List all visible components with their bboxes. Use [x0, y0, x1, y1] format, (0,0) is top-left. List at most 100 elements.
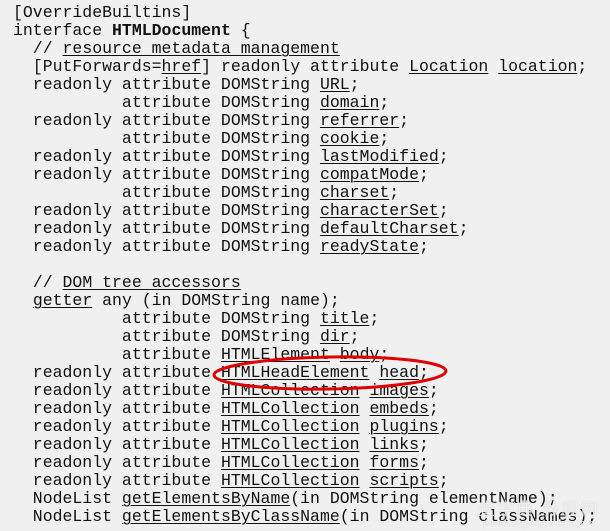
code-token: any (in DOMString name);	[92, 291, 340, 310]
code-token: ;	[379, 93, 390, 112]
code-token: ;	[577, 57, 588, 76]
code-token: ;	[438, 147, 449, 166]
code-link-token[interactable]: dir	[320, 327, 350, 346]
code-token: attribute DOMString	[13, 327, 320, 346]
code-link-token[interactable]: readyState	[320, 237, 419, 256]
code-line: readonly attribute HTMLCollection forms;	[13, 454, 597, 472]
code-link-token[interactable]: HTMLCollection	[221, 381, 360, 400]
code-link-token[interactable]: title	[320, 309, 370, 328]
code-token: readonly attribute	[13, 453, 221, 472]
code-link-token[interactable]: HTMLCollection	[221, 417, 360, 436]
code-link-token[interactable]: lastModified	[320, 147, 439, 166]
code-line: attribute DOMString domain;	[13, 94, 597, 112]
code-link-token[interactable]: links	[369, 435, 419, 454]
code-line: readonly attribute DOMString compatMode;	[13, 166, 597, 184]
code-token: readonly attribute	[13, 399, 221, 418]
code-link-token[interactable]: embeds	[369, 399, 428, 418]
code-link-token[interactable]: Location	[409, 57, 488, 76]
code-line: [OverrideBuiltins]	[13, 4, 597, 22]
code-link-token[interactable]: cookie	[320, 129, 379, 148]
code-token: ;	[418, 165, 429, 184]
code-line: attribute DOMString charset;	[13, 184, 597, 202]
code-link-token[interactable]: HTMLCollection	[221, 399, 360, 418]
code-link-token[interactable]: location	[498, 57, 577, 76]
code-token: ;	[418, 237, 429, 256]
code-token: readonly attribute DOMString	[13, 147, 320, 166]
code-token: ;	[349, 327, 360, 346]
code-token: ;	[438, 417, 449, 436]
code-line: readonly attribute HTMLCollection links;	[13, 436, 597, 454]
code-token: readonly attribute DOMString	[13, 165, 320, 184]
code-link-token[interactable]: URL	[320, 75, 350, 94]
code-token: readonly attribute	[13, 435, 221, 454]
code-token: readonly attribute	[13, 471, 221, 490]
code-token: ;	[428, 381, 439, 400]
code-token: ;	[418, 363, 429, 382]
code-link-token[interactable]: characterSet	[320, 201, 439, 220]
code-token: [OverrideBuiltins]	[13, 3, 192, 22]
code-link-token[interactable]: href	[162, 57, 202, 76]
code-link-token[interactable]: getElementsByClassName	[122, 507, 340, 526]
code-token: ;	[458, 219, 469, 238]
code-token: readonly attribute	[13, 381, 221, 400]
code-token: readonly attribute DOMString	[13, 75, 320, 94]
code-token: NodeList	[13, 507, 122, 526]
code-link-token[interactable]: compatMode	[320, 165, 419, 184]
code-token: //	[13, 273, 63, 292]
code-line: readonly attribute HTMLHeadElement head;	[13, 364, 597, 382]
code-token: ;	[418, 435, 429, 454]
code-token: ;	[349, 75, 360, 94]
code-link-token[interactable]: HTMLCollection	[221, 453, 360, 472]
code-token: ;	[438, 201, 449, 220]
code-token: attribute DOMString	[13, 183, 320, 202]
code-link-token[interactable]: plugins	[369, 417, 438, 436]
watermark-url: jiaocheng.chazidian.com	[483, 519, 595, 529]
code-token: readonly attribute DOMString	[13, 219, 320, 238]
code-line: attribute HTMLElement body;	[13, 346, 597, 364]
code-link-token[interactable]: DOM tree accessors	[63, 273, 241, 292]
code-link-token[interactable]: defaultCharset	[320, 219, 459, 238]
code-link-token[interactable]: resource metadata management	[63, 39, 340, 58]
code-link-token[interactable]: body	[340, 345, 380, 364]
code-line: readonly attribute DOMString readyState;	[13, 238, 597, 256]
code-line: readonly attribute DOMString characterSe…	[13, 202, 597, 220]
code-link-token[interactable]: HTMLCollection	[221, 435, 360, 454]
code-link-token[interactable]: HTMLCollection	[221, 471, 360, 490]
code-line: getter any (in DOMString name);	[13, 292, 597, 310]
code-line: readonly attribute DOMString defaultChar…	[13, 220, 597, 238]
code-token: readonly attribute DOMString	[13, 237, 320, 256]
code-token: ;	[369, 309, 380, 328]
code-token: interface	[13, 21, 113, 40]
code-line: [PutForwards=href] readonly attribute Lo…	[13, 58, 597, 76]
code-link-token[interactable]: charset	[320, 183, 389, 202]
code-link-token[interactable]: getElementsByName	[122, 489, 290, 508]
code-bold-token: HTMLDocument	[112, 21, 231, 40]
code-link-token[interactable]: getter	[33, 291, 92, 310]
code-link-token[interactable]: HTMLHeadElement	[221, 363, 370, 382]
code-line: attribute DOMString title;	[13, 310, 597, 328]
code-link-token[interactable]: forms	[369, 453, 419, 472]
code-link-token[interactable]: referrer	[320, 111, 399, 130]
code-token: readonly attribute DOMString	[13, 111, 320, 130]
code-link-token[interactable]: head	[379, 363, 419, 382]
code-link-token[interactable]: scripts	[369, 471, 438, 490]
code-line: readonly attribute DOMString URL;	[13, 76, 597, 94]
code-link-token[interactable]: images	[369, 381, 428, 400]
code-token: [PutForwards=	[13, 57, 162, 76]
code-token: ;	[438, 471, 449, 490]
code-link-token[interactable]: domain	[320, 93, 379, 112]
code-line: interface HTMLDocument {	[13, 22, 597, 40]
code-token: attribute DOMString	[13, 309, 320, 328]
code-line: // DOM tree accessors	[13, 274, 597, 292]
code-line: readonly attribute HTMLCollection script…	[13, 472, 597, 490]
code-link-token[interactable]: HTMLElement	[221, 345, 330, 364]
code-token: //	[13, 39, 63, 58]
code-token: NodeList	[13, 489, 122, 508]
